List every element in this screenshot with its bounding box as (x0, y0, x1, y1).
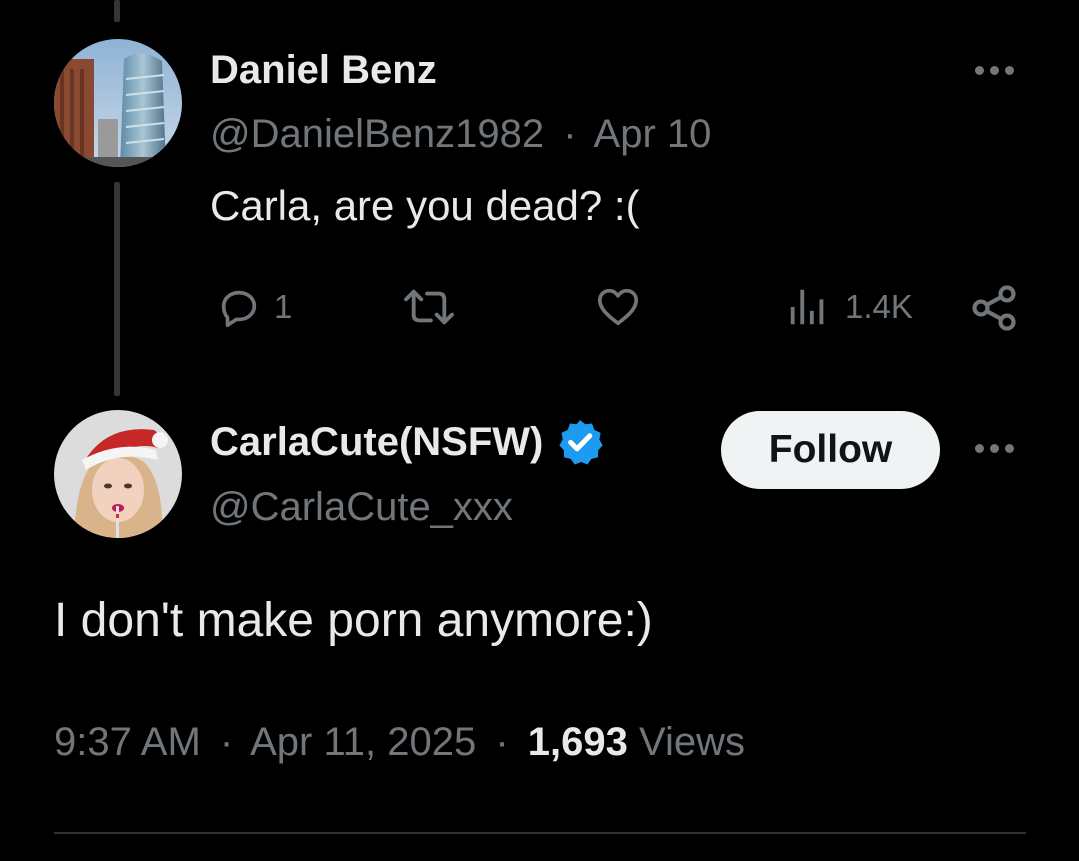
views-count: 1,693 (527, 720, 628, 764)
tweet-date[interactable]: Apr 10 (594, 112, 712, 156)
thread-line-top (114, 0, 120, 22)
views-button[interactable]: 1.4K (785, 284, 913, 330)
author-row: CarlaCute(NSFW) (210, 417, 605, 467)
author-handle[interactable]: @CarlaCute_xxx (210, 485, 513, 530)
more-icon[interactable] (975, 444, 1014, 453)
avatar[interactable] (54, 39, 182, 167)
retweet-button[interactable] (398, 284, 460, 330)
woman-santa-hat-avatar-image (54, 410, 182, 538)
follow-button[interactable]: Follow (721, 411, 940, 489)
divider (54, 832, 1026, 834)
heart-icon (597, 288, 639, 326)
tweet-date[interactable]: Apr 11, 2025 (250, 720, 476, 764)
thread-line (114, 182, 120, 396)
more-icon[interactable] (975, 66, 1014, 75)
tweet-time[interactable]: 9:37 AM (54, 720, 201, 764)
verified-badge-icon[interactable] (555, 417, 605, 467)
share-icon (972, 285, 1016, 331)
author-meta: @DanielBenz1982 · Apr 10 (210, 112, 711, 157)
tweet-text: I don't make porn anymore:) (54, 594, 653, 647)
meta-separator: · (219, 720, 234, 764)
views-label: Views (639, 720, 746, 764)
views-icon (790, 289, 824, 325)
avatar[interactable] (54, 410, 182, 538)
reply-button[interactable]: 1 (214, 284, 292, 330)
share-button[interactable] (968, 282, 1020, 334)
meta-separator: · (495, 720, 509, 764)
retweet-icon (404, 289, 454, 325)
tweet-meta: 9:37 AM · Apr 11, 2025 · 1,693 Views (54, 720, 745, 765)
meta-separator: · (563, 112, 577, 156)
reply-icon (221, 290, 257, 328)
tweet-text: Carla, are you dead? :( (210, 182, 640, 229)
city-skyscraper-avatar-image (54, 39, 182, 167)
author-handle[interactable]: @DanielBenz1982 (210, 112, 544, 156)
views-count: 1.4K (845, 288, 913, 325)
like-button[interactable] (592, 284, 644, 330)
author-name[interactable]: CarlaCute(NSFW) (210, 420, 543, 465)
author-name[interactable]: Daniel Benz (210, 48, 437, 93)
reply-count: 1 (274, 288, 293, 325)
